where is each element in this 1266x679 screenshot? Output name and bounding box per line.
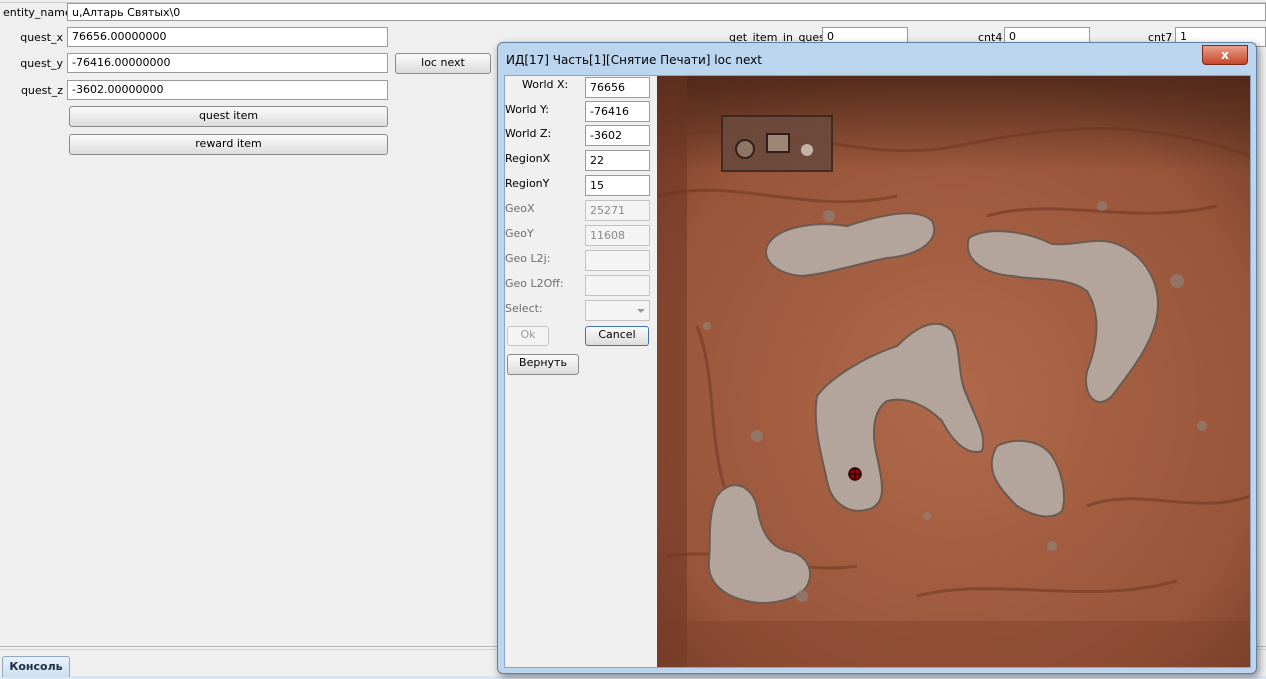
close-button[interactable]: x	[1202, 45, 1248, 65]
geo-l2off-label: Geo L2Off:	[505, 277, 564, 290]
reward-item-button[interactable]: reward item	[69, 134, 388, 155]
region-y-field[interactable]: 15	[585, 175, 650, 196]
quest-y-field[interactable]: -76416.00000000	[67, 53, 388, 73]
entity-name-label: entity_name	[3, 6, 72, 19]
dialog-body: World X: 76656 World Y: -76416 World Z: …	[504, 75, 1251, 668]
geo-l2off-field	[585, 275, 650, 296]
quest-z-label: quest_z	[20, 84, 63, 97]
ruins	[721, 115, 833, 172]
close-icon: x	[1221, 48, 1229, 62]
loc-dialog: ИД[17] Часть[1][Снятие Печати] loc next …	[497, 42, 1257, 674]
region-y-label: RegionY	[505, 177, 550, 190]
return-button[interactable]: Вернуть	[507, 354, 579, 375]
cancel-button[interactable]: Cancel	[585, 326, 649, 346]
geo-x-field: 25271	[585, 200, 650, 221]
geo-y-label: GeoY	[505, 227, 534, 240]
region-x-field[interactable]: 22	[585, 150, 650, 171]
loc-next-button[interactable]: loc next	[395, 53, 491, 74]
geo-l2j-label: Geo L2j:	[505, 252, 551, 265]
world-y-field[interactable]: -76416	[585, 101, 650, 122]
select-dropdown	[585, 300, 650, 321]
map-view[interactable]	[657, 76, 1250, 667]
quest-z-field[interactable]: -3602.00000000	[67, 80, 388, 100]
quest-x-label: quest_x	[20, 31, 63, 44]
world-z-field[interactable]: -3602	[585, 125, 650, 146]
quest-x-field[interactable]: 76656.00000000	[67, 27, 388, 47]
chevron-down-icon	[637, 309, 645, 313]
world-x-field[interactable]: 76656	[585, 77, 650, 98]
crosshair-marker-icon	[848, 467, 862, 481]
terrain-map-image	[657, 76, 1250, 667]
world-x-label: World X:	[522, 78, 569, 91]
geo-x-label: GeoX	[505, 202, 535, 215]
ok-button: Ok	[507, 326, 549, 346]
world-z-label: World Z:	[505, 127, 552, 140]
geo-y-field: 11608	[585, 225, 650, 246]
select-label: Select:	[505, 302, 543, 315]
tab-console[interactable]: Консоль	[2, 656, 70, 677]
world-y-label: World Y:	[505, 103, 549, 116]
geo-l2j-field	[585, 250, 650, 271]
region-x-label: RegionX	[505, 152, 551, 165]
entity-name-field[interactable]: u,Алтарь Святых\0	[67, 3, 1266, 21]
dialog-title: ИД[17] Часть[1][Снятие Печати] loc next	[506, 53, 762, 67]
quest-y-label: quest_y	[20, 57, 63, 70]
quest-item-button[interactable]: quest item	[69, 106, 388, 127]
